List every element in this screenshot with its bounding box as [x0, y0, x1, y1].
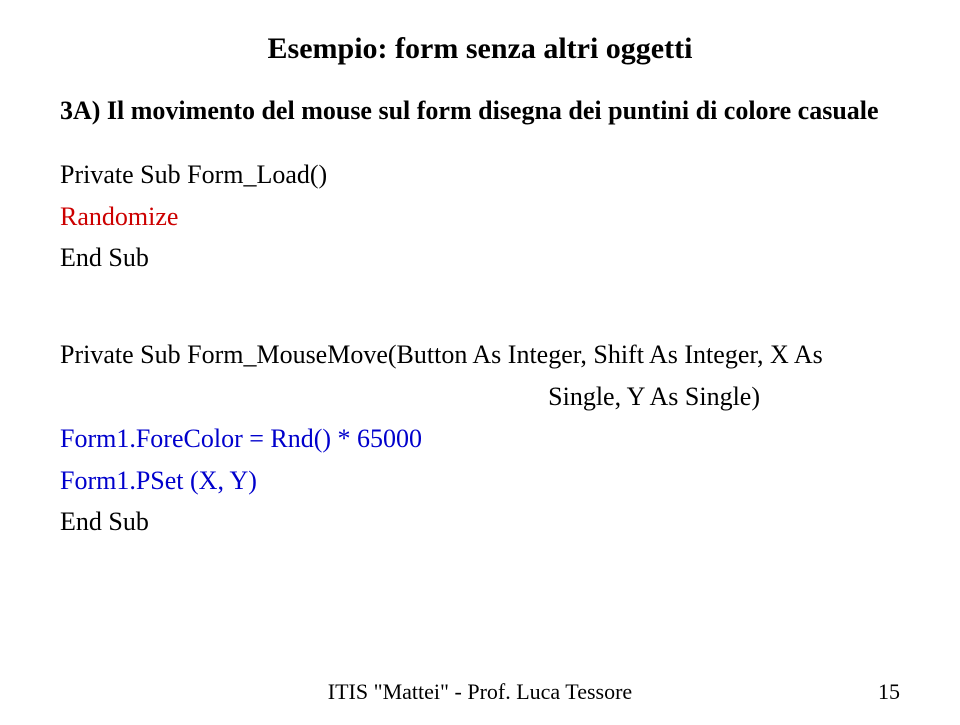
- code-line-end-sub-1: End Sub: [60, 241, 900, 275]
- code-line-pset: Form1.PSet (X, Y): [60, 464, 900, 498]
- code-line-mousemove-params: Single, Y As Single): [60, 380, 900, 414]
- code-line-sub-declaration: Private Sub Form_Load(): [60, 158, 900, 192]
- page-number: 15: [878, 679, 900, 705]
- code-line-randomize: Randomize: [60, 200, 900, 234]
- code-line-forecolor: Form1.ForeColor = Rnd() * 65000: [60, 422, 900, 456]
- slide-title: Esempio: form senza altri oggetti: [60, 32, 900, 66]
- example-description: 3A) Il movimento del mouse sul form dise…: [60, 94, 900, 128]
- footer-text: ITIS "Mattei" - Prof. Luca Tessore: [328, 679, 632, 704]
- code-line-end-sub-2: End Sub: [60, 505, 900, 539]
- code-line-mousemove-declaration: Private Sub Form_MouseMove(Button As Int…: [60, 338, 900, 372]
- slide-footer: ITIS "Mattei" - Prof. Luca Tessore 15: [0, 679, 960, 705]
